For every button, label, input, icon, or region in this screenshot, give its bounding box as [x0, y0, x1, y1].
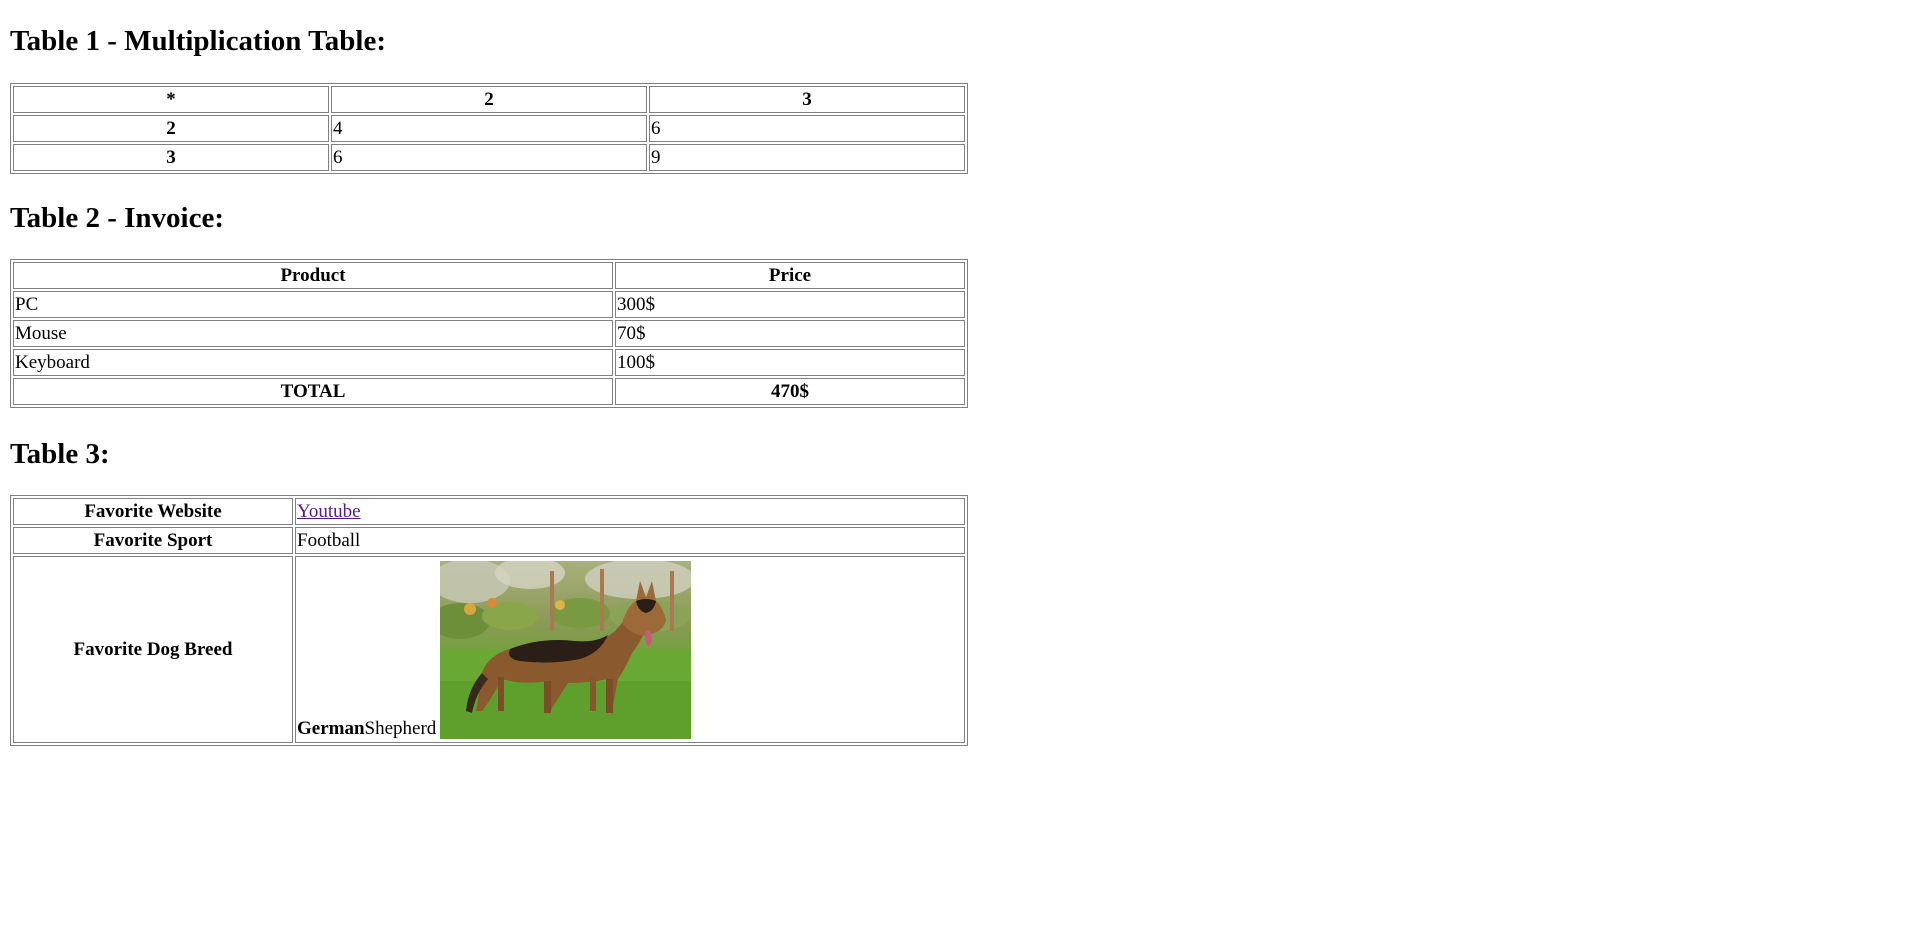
invoice-table: Product Price PC 300$ Mouse 70$ Keyboard…	[10, 259, 968, 408]
table-cell: 6	[649, 115, 965, 142]
total-label: TOTAL	[13, 378, 613, 405]
multiplication-table: * 2 3 2 4 6 3 6 9	[10, 83, 968, 174]
product-cell: PC	[13, 291, 613, 318]
table-header-row: Product Price	[13, 262, 965, 289]
german-shepherd-photo	[440, 561, 692, 739]
dog-breed-text: Shepherd	[364, 718, 437, 739]
youtube-link[interactable]: Youtube	[297, 501, 361, 522]
total-value: 470$	[615, 378, 965, 405]
table1-heading: Table 1 - Multiplication Table:	[10, 25, 386, 57]
favorite-dog-label: Favorite Dog Breed	[13, 556, 293, 743]
table-header-cell: 2	[331, 86, 647, 113]
favorite-dog-value: GermanShepherd	[295, 556, 965, 743]
favorite-sport-label: Favorite Sport	[13, 527, 293, 554]
table-cell: 6	[331, 144, 647, 171]
price-cell: 300$	[615, 291, 965, 318]
table-header-row: * 2 3	[13, 86, 965, 113]
price-header: Price	[615, 262, 965, 289]
table-row: 2 4 6	[13, 115, 965, 142]
table-row: Keyboard 100$	[13, 349, 965, 376]
total-row: TOTAL 470$	[13, 378, 965, 405]
table-row: Mouse 70$	[13, 320, 965, 347]
product-header: Product	[13, 262, 613, 289]
table2-heading: Table 2 - Invoice:	[10, 202, 225, 234]
product-cell: Keyboard	[13, 349, 613, 376]
price-cell: 70$	[615, 320, 965, 347]
product-cell: Mouse	[13, 320, 613, 347]
dog-breed-bold-text: German	[297, 718, 365, 739]
table-row: Favorite Website Youtube	[13, 498, 965, 525]
table-row: PC 300$	[13, 291, 965, 318]
favorite-website-value: Youtube	[295, 498, 965, 525]
table-row: Favorite Sport Football	[13, 527, 965, 554]
table-header-cell: 3	[649, 86, 965, 113]
table-row: Favorite Dog Breed GermanShepherd	[13, 556, 965, 743]
favorite-website-label: Favorite Website	[13, 498, 293, 525]
favorite-sport-value: Football	[295, 527, 965, 554]
table3-heading: Table 3:	[10, 438, 110, 470]
price-cell: 100$	[615, 349, 965, 376]
table-row: 3 6 9	[13, 144, 965, 171]
favorites-table: Favorite Website Youtube Favorite Sport …	[10, 495, 968, 746]
table-header-cell: *	[13, 86, 329, 113]
table-cell: 9	[649, 144, 965, 171]
row-label-cell: 3	[13, 144, 329, 171]
row-label-cell: 2	[13, 115, 329, 142]
table-cell: 4	[331, 115, 647, 142]
